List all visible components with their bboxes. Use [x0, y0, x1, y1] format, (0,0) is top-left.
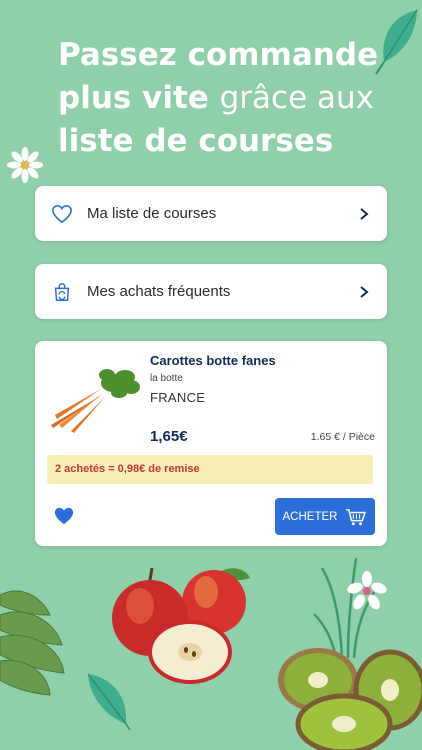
chevron-right-icon: [360, 285, 369, 298]
flower-decoration: [7, 147, 43, 183]
product-unit-price: 1.65 € / Pièce: [310, 431, 375, 443]
product-unit: la botte: [150, 373, 183, 384]
kiwis-image: [278, 648, 422, 750]
headline-line-1: Passez commande: [58, 37, 379, 73]
chevron-right-icon: [360, 207, 369, 220]
artichoke-image: [0, 590, 65, 696]
buy-button[interactable]: ACHETER: [275, 498, 375, 535]
headline-line-2-bold: plus vite: [58, 80, 220, 116]
shopping-list-label: Ma liste de courses: [87, 205, 217, 222]
favorite-heart-icon[interactable]: [53, 506, 75, 526]
heart-icon: [51, 203, 73, 225]
product-name[interactable]: Carottes botte fanes: [150, 353, 276, 368]
headline: Passez commande plus vite grâce aux list…: [58, 34, 398, 163]
headline-line-3: liste de courses: [58, 123, 334, 159]
product-origin: FRANCE: [150, 390, 206, 405]
cart-icon: [346, 508, 367, 525]
promo-banner: 2 achetés = 0,98€ de remise: [47, 455, 373, 484]
product-price: 1,65€: [150, 428, 188, 445]
buy-button-label: ACHETER: [282, 510, 338, 523]
bag-refresh-icon: [51, 281, 73, 303]
apples-image: [112, 567, 250, 684]
frequent-purchases-card[interactable]: Mes achats fréquents: [35, 264, 387, 319]
shopping-list-card[interactable]: Ma liste de courses: [35, 186, 387, 241]
headline-line-2-light: grâce aux: [219, 80, 374, 116]
carrot-image: [51, 369, 140, 433]
flower-decoration-bottom: [347, 571, 387, 610]
product-card[interactable]: Carottes botte fanes la botte FRANCE 1,6…: [35, 341, 387, 546]
frequent-purchases-label: Mes achats fréquents: [87, 283, 231, 300]
